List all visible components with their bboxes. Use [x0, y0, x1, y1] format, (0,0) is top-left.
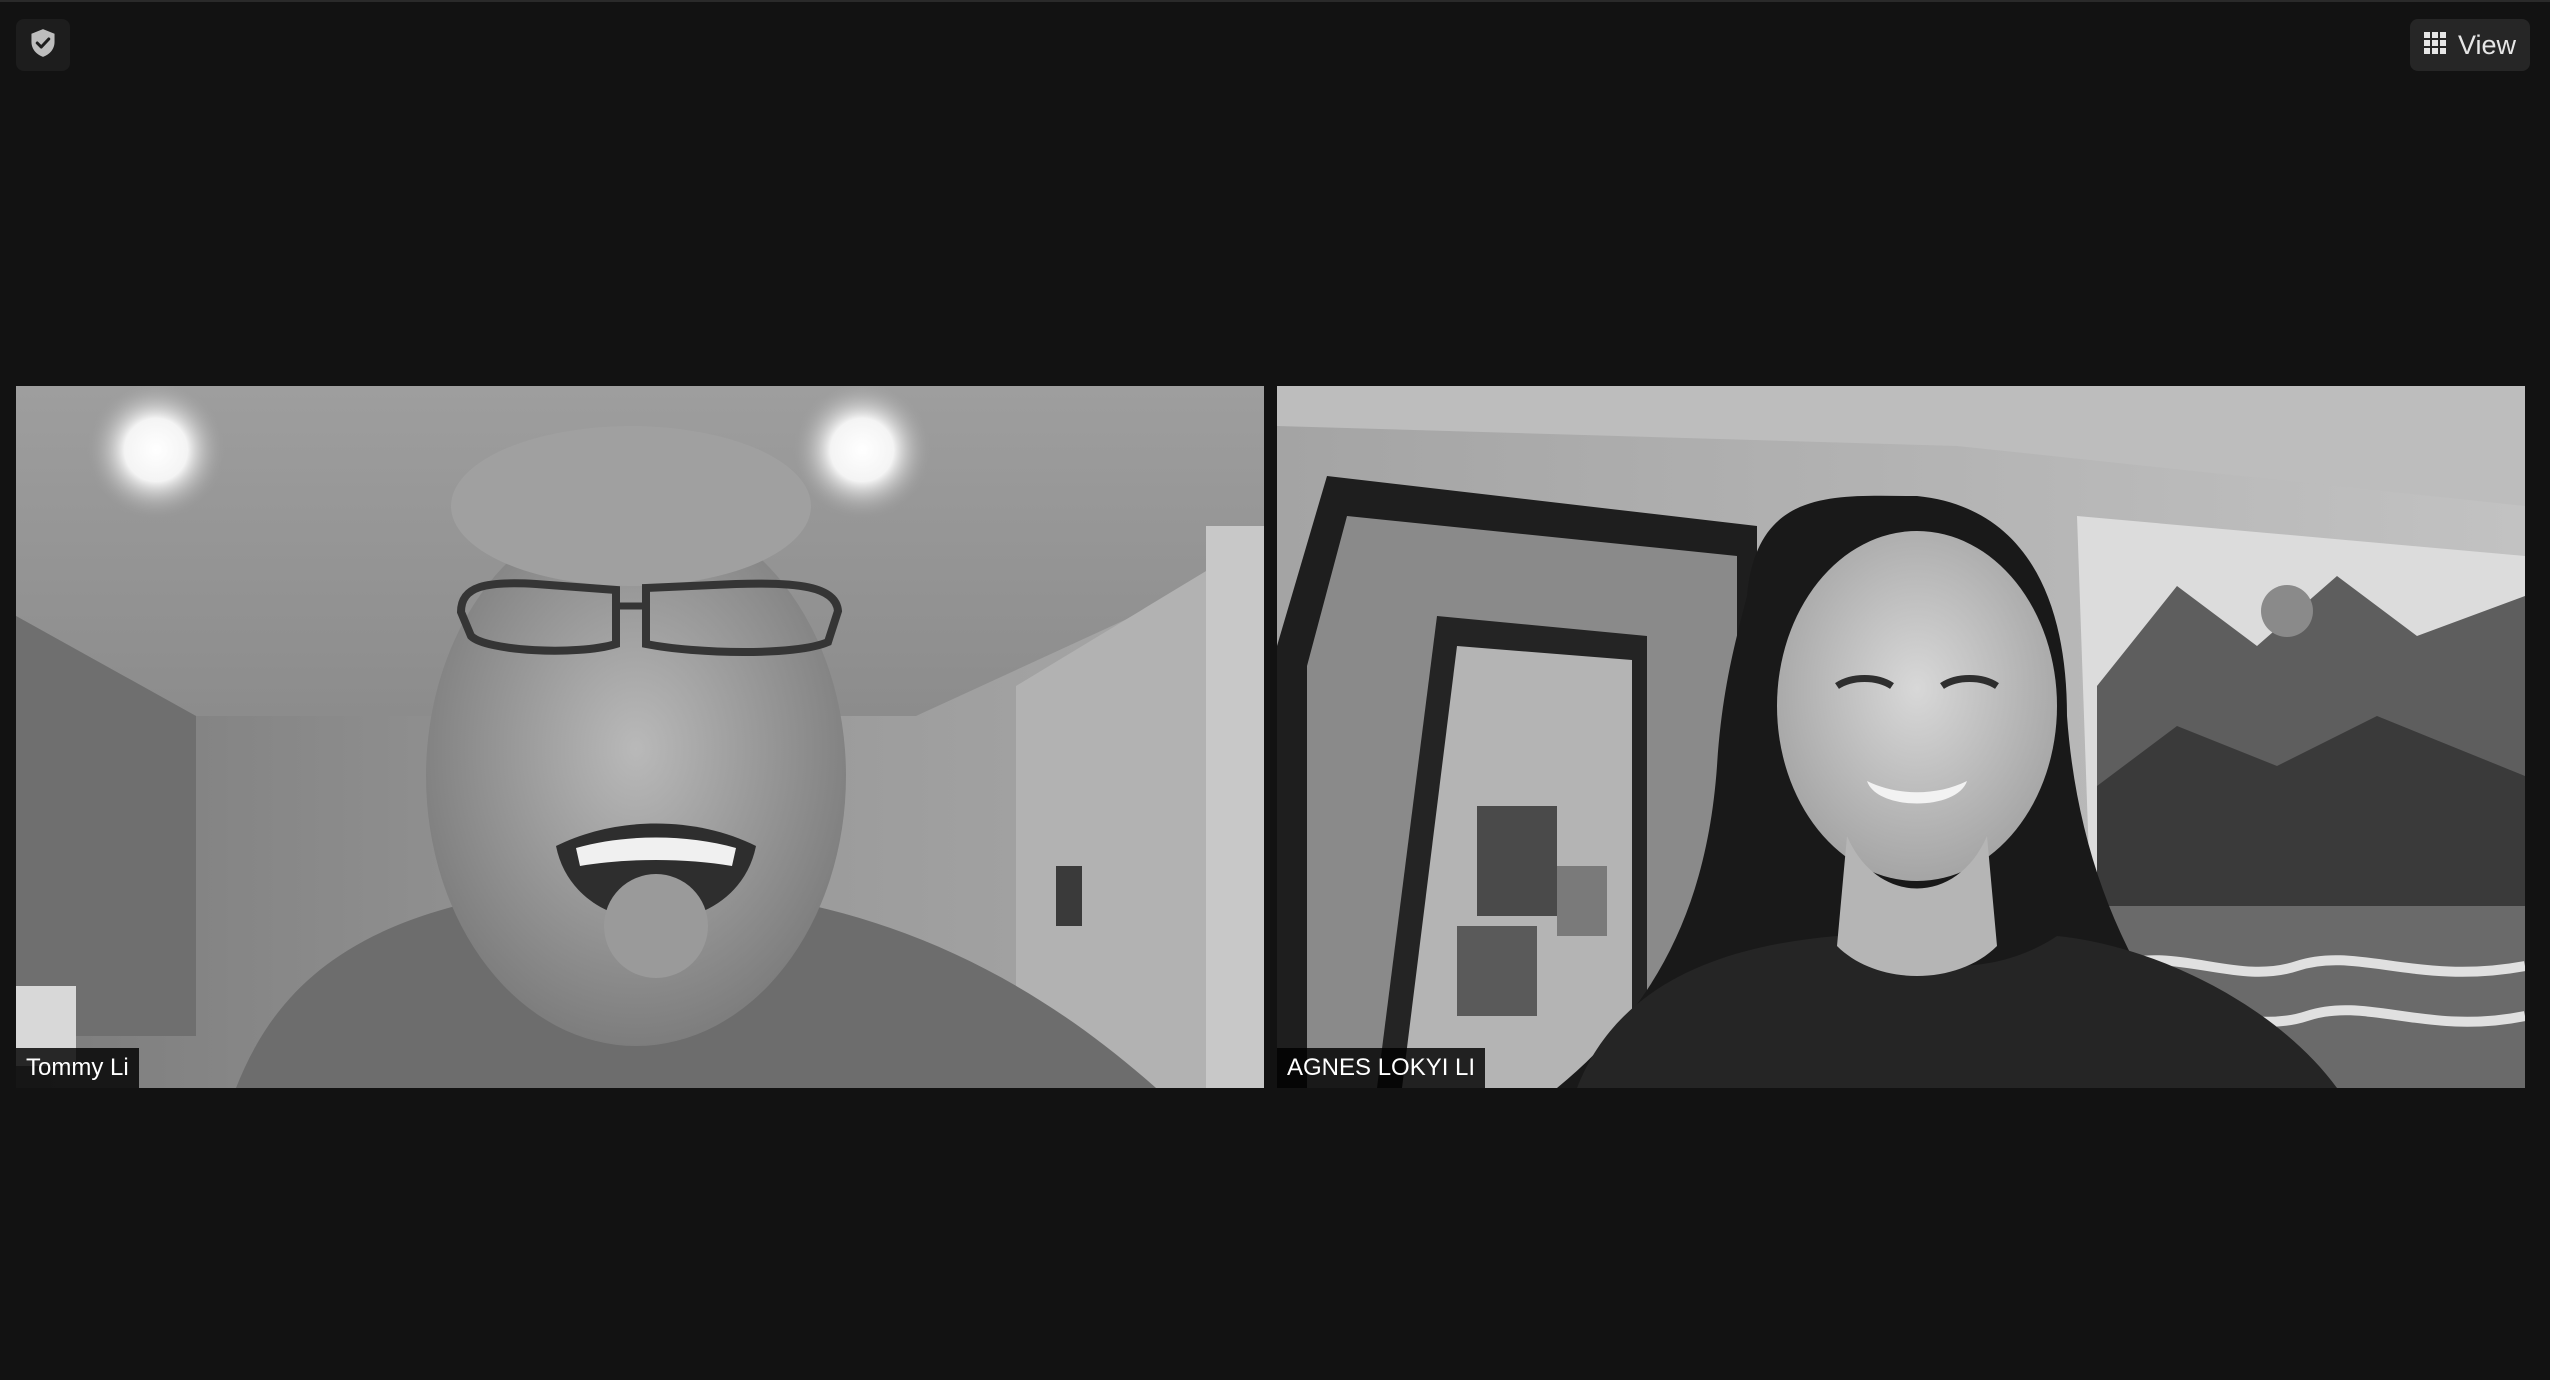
participant-tile-2[interactable]: AGNES LOKYI LI	[1277, 386, 2525, 1088]
participant-name-2: AGNES LOKYI LI	[1277, 1048, 1486, 1088]
grid-icon	[2423, 30, 2446, 61]
participant-tile-1[interactable]: Tommy Li	[16, 386, 1264, 1088]
view-button[interactable]: View	[2410, 19, 2530, 71]
participant-video-2	[1277, 386, 2525, 1088]
meeting-window: View Tommy Li AGNES LOKYI LI	[0, 0, 2550, 1380]
security-button[interactable]	[16, 19, 70, 71]
participant-name-1: Tommy Li	[16, 1048, 139, 1088]
shield-check-icon	[29, 28, 57, 63]
view-button-label: View	[2457, 29, 2517, 60]
participant-video-1	[16, 386, 1264, 1088]
window-top-border	[0, 0, 2550, 2]
